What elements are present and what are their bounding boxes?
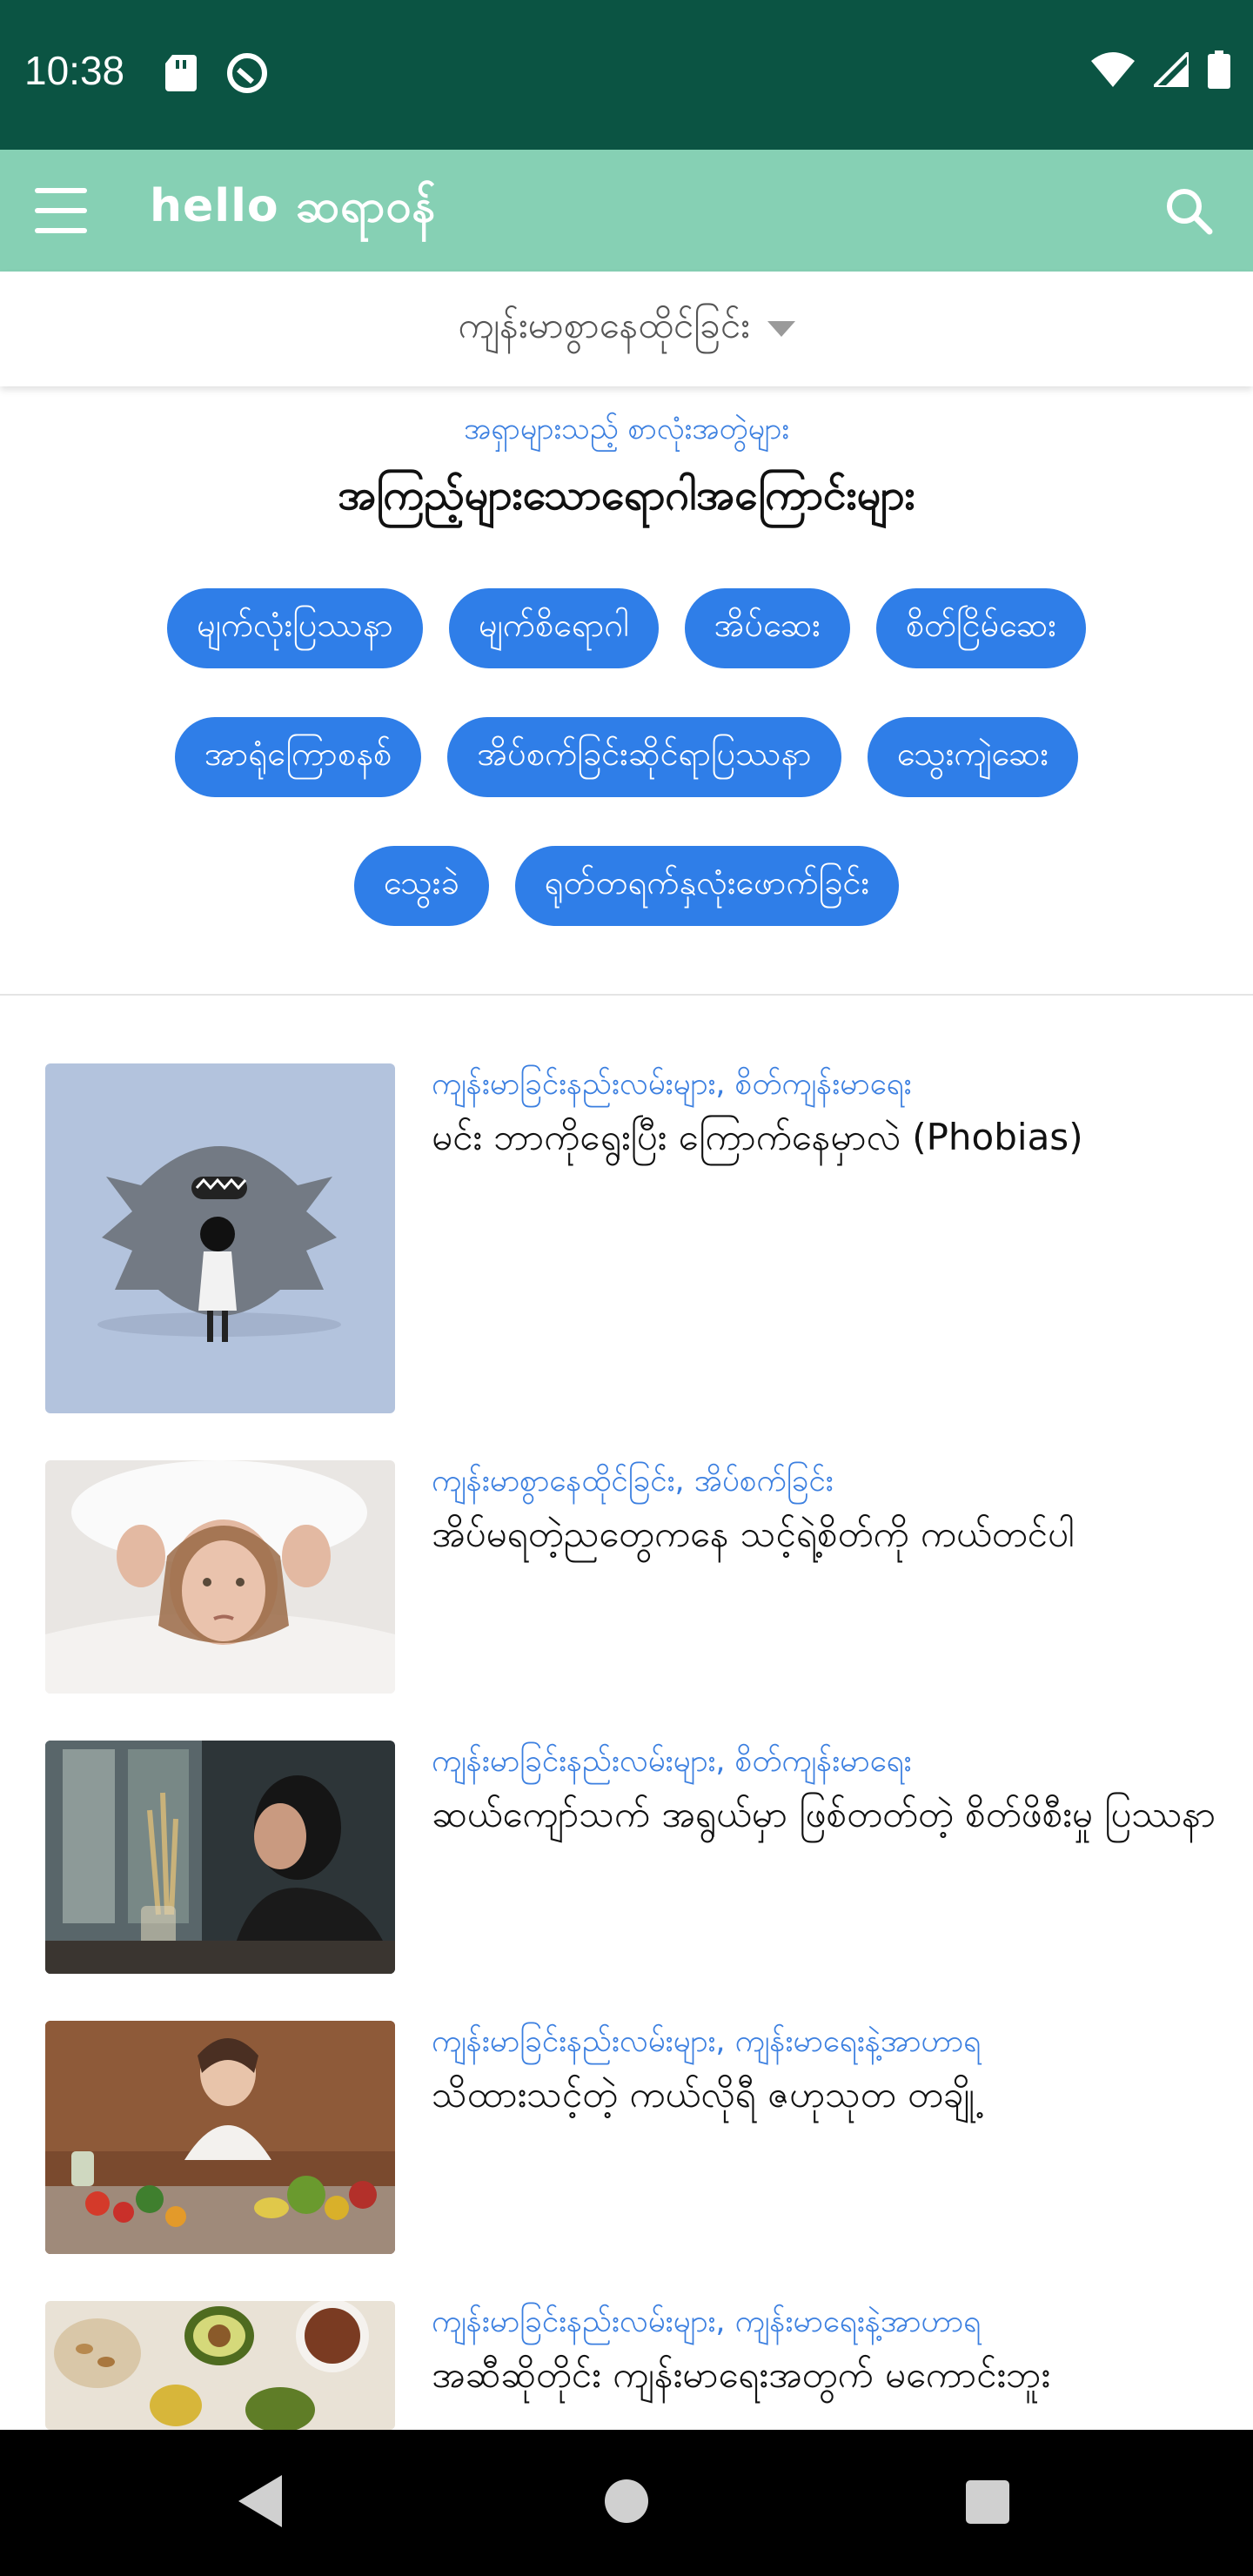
status-time: 10:38 [24, 48, 125, 93]
woman-vegetables-photo [45, 2021, 395, 2254]
topic-chip[interactable]: ရုတ်တရက်နှလုံးဖောက်ခြင်း [514, 846, 900, 926]
article-thumbnail[interactable] [45, 2301, 395, 2430]
brand-logo[interactable]: hello ဆရာဝန် [150, 178, 436, 244]
back-icon[interactable] [238, 2475, 282, 2527]
article-thumbnail[interactable] [45, 1460, 395, 1694]
wifi-icon [1091, 52, 1135, 87]
section-divider [0, 994, 1253, 996]
menu-icon-line [35, 228, 87, 233]
menu-icon-line [35, 208, 87, 213]
category-dropdown-label: ကျန်းမာစွာနေထိုင်ခြင်း [458, 304, 750, 346]
article-text: ကျန်းမာခြင်းနည်းလမ်းများ, ကျန်းမာရေးနဲ့အ… [432, 2021, 1250, 2122]
woman-pillow-photo [45, 1460, 395, 1694]
system-nav-bar [0, 2430, 1253, 2576]
app-bar: hello ဆရာဝန် [0, 150, 1253, 272]
chip-row: အာရုံကြောစနစ် အိပ်စက်ခြင်းဆိုင်ရာပြဿနာ သ… [0, 717, 1253, 797]
article-category[interactable]: ကျန်းမာခြင်းနည်းလမ်းများ, ကျန်းမာရေးနဲ့အ… [432, 2021, 1250, 2063]
status-system-icons [1091, 50, 1230, 89]
article-title[interactable]: သိထားသင့်တဲ့ ကယ်လိုရီ ဇဟုသုတ တချို့ [432, 2068, 1250, 2122]
chevron-down-icon [767, 321, 795, 337]
article-title[interactable]: မင်း ဘာကိုရွေးပြီး ကြောက်နေမှာလဲ (Phobia… [432, 1110, 1250, 1164]
article-thumbnail[interactable] [45, 2021, 395, 2254]
article-thumbnail[interactable] [45, 1063, 395, 1413]
article-category[interactable]: ကျန်းမာစွာနေထိုင်ခြင်း, အိပ်စက်ခြင်း [432, 1460, 1250, 1502]
topic-chip[interactable]: အိပ်စက်ခြင်းဆိုင်ရာပြဿနာ [447, 717, 841, 797]
section-title: အကြည့်များသောရောဂါအကြောင်းများ [338, 471, 915, 520]
topic-chip[interactable]: စိတ်ငြိမ်ဆေး [875, 588, 1086, 668]
article-category[interactable]: ကျန်းမာခြင်းနည်းလမ်းများ, ကျန်းမာရေးနဲ့အ… [432, 2301, 1250, 2343]
chip-row: မျက်လုံးပြဿနာ မျက်စိရောဂါ အိပ်ဆေး စိတ်ငြ… [0, 588, 1253, 668]
topic-chip[interactable]: အာရုံကြောစနစ် [174, 717, 422, 797]
signal-icon [1154, 52, 1189, 87]
article-title[interactable]: ဆယ်ကျော်သက် အရွယ်မှာ ဖြစ်တတ်တဲ့ စိတ်ဖိစီ… [432, 1788, 1250, 1841]
popular-topics-section: အရှာများသည့် စာလုံးအတွဲများ အကြည့်များသေ… [0, 409, 1253, 530]
section-eyebrow: အရှာများသည့် စာလုံးအတွဲများ [463, 412, 790, 446]
chip-row: သွေးခဲ ရုတ်တရက်နှလုံးဖောက်ခြင်း [0, 846, 1253, 926]
article-text: ကျန်းမာခြင်းနည်းလမ်းများ, ကျန်းမာရေးနဲ့အ… [432, 2301, 1250, 2402]
article-title[interactable]: အဆီဆိုတိုင်း ကျန်းမာရေးအတွက် မကောင်းဘူး [432, 2348, 1250, 2402]
topic-chip[interactable]: သွေးကျဲဆေး [867, 717, 1079, 797]
status-bar: 10:38 [0, 0, 1253, 150]
topic-chips: မျက်လုံးပြဿနာ မျက်စိရောဂါ အိပ်ဆေး စိတ်ငြ… [0, 588, 1253, 975]
sd-card-icon [165, 55, 197, 91]
recent-apps-icon[interactable] [966, 2480, 1009, 2524]
menu-button[interactable] [35, 188, 87, 233]
article-category[interactable]: ကျန်းမာခြင်းနည်းလမ်းများ, စိတ်ကျန်းမာရေး [432, 1741, 1250, 1782]
teen-window-photo [45, 1741, 395, 1974]
category-dropdown[interactable]: ကျန်းမာစွာနေထိုင်ခြင်း [0, 272, 1253, 386]
monster-illustration-image [45, 1063, 395, 1413]
article-title[interactable]: အိပ်မရတဲ့ညတွေကနေ သင့်ရဲ့စိတ်ကို ကယ်တင်ပါ [432, 1507, 1250, 1561]
status-notification-icons [165, 52, 268, 94]
topic-chip[interactable]: မျက်လုံးပြဿနာ [167, 588, 424, 668]
article-category[interactable]: ကျန်းမာခြင်းနည်းလမ်းများ, စိတ်ကျန်းမာရေး [432, 1063, 1250, 1105]
article-text: ကျန်းမာခြင်းနည်းလမ်းများ, စိတ်ကျန်းမာရေး… [432, 1063, 1250, 1164]
search-icon[interactable] [1163, 184, 1215, 237]
sync-icon [227, 53, 267, 93]
topic-chip[interactable]: သွေးခဲ [353, 846, 489, 926]
menu-icon-line [35, 188, 87, 193]
article-thumbnail[interactable] [45, 1741, 395, 1974]
healthy-fats-photo [45, 2301, 395, 2430]
article-text: ကျန်းမာစွာနေထိုင်ခြင်း, အိပ်စက်ခြင်း အိပ… [432, 1460, 1250, 1561]
topic-chip[interactable]: အိပ်ဆေး [684, 588, 850, 668]
home-icon[interactable] [605, 2479, 648, 2523]
article-text: ကျန်းမာခြင်းနည်းလမ်းများ, စိတ်ကျန်းမာရေး… [432, 1741, 1250, 1841]
battery-icon [1208, 50, 1230, 89]
topic-chip[interactable]: မျက်စိရောဂါ [449, 588, 659, 668]
